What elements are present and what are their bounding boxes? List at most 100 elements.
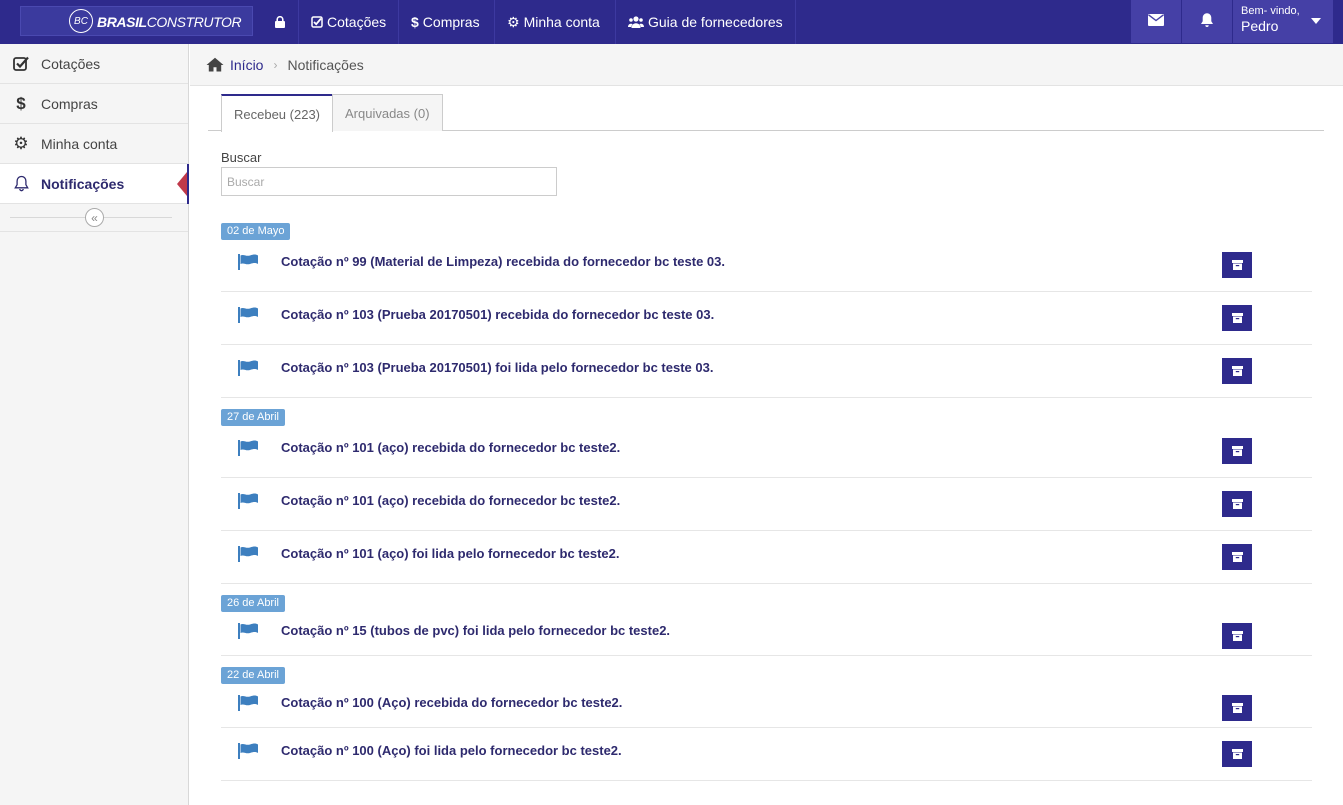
tab-bar: Recebeu (223) Arquivadas (0) [208,94,1324,132]
notification-text: Cotação nº 101 (aço) recebida do fornece… [281,440,621,455]
users-icon [628,16,644,28]
date-badge: 22 de Abril [221,667,285,684]
list-item[interactable]: Cotação nº 101 (aço) recebida do fornece… [221,425,1312,478]
archive-icon [1231,260,1243,270]
date-group: 27 de Abril Cotação nº 101 (aço) recebid… [221,408,1312,584]
date-badge: 27 de Abril [221,409,285,426]
messages-button[interactable] [1131,0,1181,43]
archive-button[interactable] [1222,623,1252,649]
archive-icon [1231,446,1243,456]
date-group: 02 de Mayo Cotação nº 99 (Material de Li… [221,222,1312,398]
user-menu[interactable]: Bem- vindo, Pedro [1233,0,1333,43]
list-item[interactable]: Cotação nº 100 (Aço) recebida do fornece… [221,683,1312,728]
archive-button[interactable] [1222,305,1252,331]
gear-icon: ⚙ [507,13,520,30]
notification-text: Cotação nº 99 (Material de Limpeza) rece… [281,254,725,269]
notification-text: Cotação nº 101 (aço) recebida do fornece… [281,493,621,508]
archive-icon [1231,749,1243,759]
flag-icon [238,493,260,512]
sidebar-item-compras[interactable]: $ Compras [0,84,188,124]
notification-text: Cotação nº 101 (aço) foi lida pelo forne… [281,546,620,561]
notification-text: Cotação nº 100 (Aço) foi lida pelo forne… [281,743,622,758]
brand-logo[interactable]: BC BRASILCONSTRUTOR [20,6,253,36]
nav-guia-fornecedores[interactable]: Guia de fornecedores [615,0,796,44]
breadcrumb-home-link[interactable]: Início [230,57,263,73]
flag-icon [238,307,260,326]
search-label: Buscar [221,150,262,165]
nav-label: Minha conta [523,14,600,30]
nav-label: Guia de fornecedores [648,14,783,30]
archive-button[interactable] [1222,544,1252,570]
archive-button[interactable] [1222,695,1252,721]
notification-text: Cotação nº 103 (Prueba 20170501) recebid… [281,307,715,322]
archive-button[interactable] [1222,438,1252,464]
envelope-icon [1148,14,1164,29]
date-badge: 02 de Mayo [221,223,291,240]
archive-button[interactable] [1222,252,1252,278]
sidebar: Cotações $ Compras ⚙ Minha conta Notific… [0,44,189,805]
active-indicator [177,172,187,196]
list-item[interactable]: Cotação nº 99 (Material de Limpeza) rece… [221,239,1312,292]
notification-list: 02 de Mayo Cotação nº 99 (Material de Li… [221,222,1312,785]
archive-button[interactable] [1222,741,1252,767]
tab-arquivadas[interactable]: Arquivadas (0) [332,94,443,131]
check-square-icon [12,56,30,71]
sidebar-item-label: Cotações [41,55,101,72]
archive-icon [1231,703,1243,713]
collapse-sidebar-button[interactable]: « [85,208,104,227]
nav-label: Cotações [327,14,387,30]
breadcrumb-current: Notificações [287,56,364,73]
archive-icon [1231,499,1243,509]
flag-icon [238,695,260,714]
list-item[interactable]: Cotação nº 101 (aço) recebida do fornece… [221,478,1312,531]
nav-compras[interactable]: $ Compras [398,0,492,44]
sidebar-item-notificacoes[interactable]: Notificações [0,164,189,204]
dollar-icon: $ [16,93,26,113]
nav-minha-conta[interactable]: ⚙ Minha conta [494,0,612,44]
sidebar-item-minha-conta[interactable]: ⚙ Minha conta [0,124,188,164]
archive-icon [1231,313,1243,323]
date-badge: 26 de Abril [221,595,285,612]
flag-icon [238,623,260,642]
logo-text: BRASILCONSTRUTOR [97,14,242,30]
home-icon[interactable] [206,57,224,72]
notifications-button[interactable] [1182,0,1232,43]
archive-icon [1231,552,1243,562]
date-group: 26 de Abril Cotação nº 15 (tubos de pvc)… [221,594,1312,656]
user-greeting: Bem- vindo, [1241,5,1300,17]
sidebar-item-label: Notificações [41,175,125,192]
list-item[interactable]: Cotação nº 101 (aço) foi lida pelo forne… [221,531,1312,584]
tab-recebeu[interactable]: Recebeu (223) [221,94,333,132]
bell-icon [1200,12,1214,31]
list-item[interactable]: Cotação nº 15 (tubos de pvc) foi lida pe… [221,611,1312,656]
breadcrumb-separator: › [273,57,278,72]
search-input[interactable] [221,167,557,196]
top-navbar: BC BRASILCONSTRUTOR Cotações $ Compras ⚙… [0,0,1343,44]
list-item[interactable]: Cotação nº 103 (Prueba 20170501) foi lid… [221,345,1312,398]
list-item[interactable]: Cotação nº 103 (Prueba 20170501) recebid… [221,292,1312,345]
bell-icon [12,175,30,192]
flag-icon [238,743,260,762]
nav-cotacoes[interactable]: Cotações [298,0,398,44]
notification-text: Cotação nº 100 (Aço) recebida do fornece… [281,695,623,710]
gear-icon: ⚙ [13,133,29,153]
sidebar-item-cotacoes[interactable]: Cotações [0,44,188,84]
sidebar-item-label: Minha conta [41,135,118,152]
breadcrumb: Início › Notificações [190,44,1343,86]
list-item[interactable]: Cotação nº 100 (Aço) foi lida pelo forne… [221,728,1312,781]
caret-down-icon [1311,18,1321,24]
check-square-icon [311,16,323,28]
archive-icon [1231,631,1243,641]
archive-button[interactable] [1222,358,1252,384]
archive-button[interactable] [1222,491,1252,517]
date-group: 22 de Abril Cotação nº 100 (Aço) recebid… [221,666,1312,781]
archive-icon [1231,366,1243,376]
logo-badge: BC [69,9,93,33]
lock-icon[interactable] [263,0,297,44]
flag-icon [238,546,260,565]
sidebar-collapse-row: « [0,204,188,232]
nav-label: Compras [422,14,480,30]
notification-text: Cotação nº 103 (Prueba 20170501) foi lid… [281,360,714,375]
flag-icon [238,440,260,459]
sidebar-item-label: Compras [41,95,98,112]
